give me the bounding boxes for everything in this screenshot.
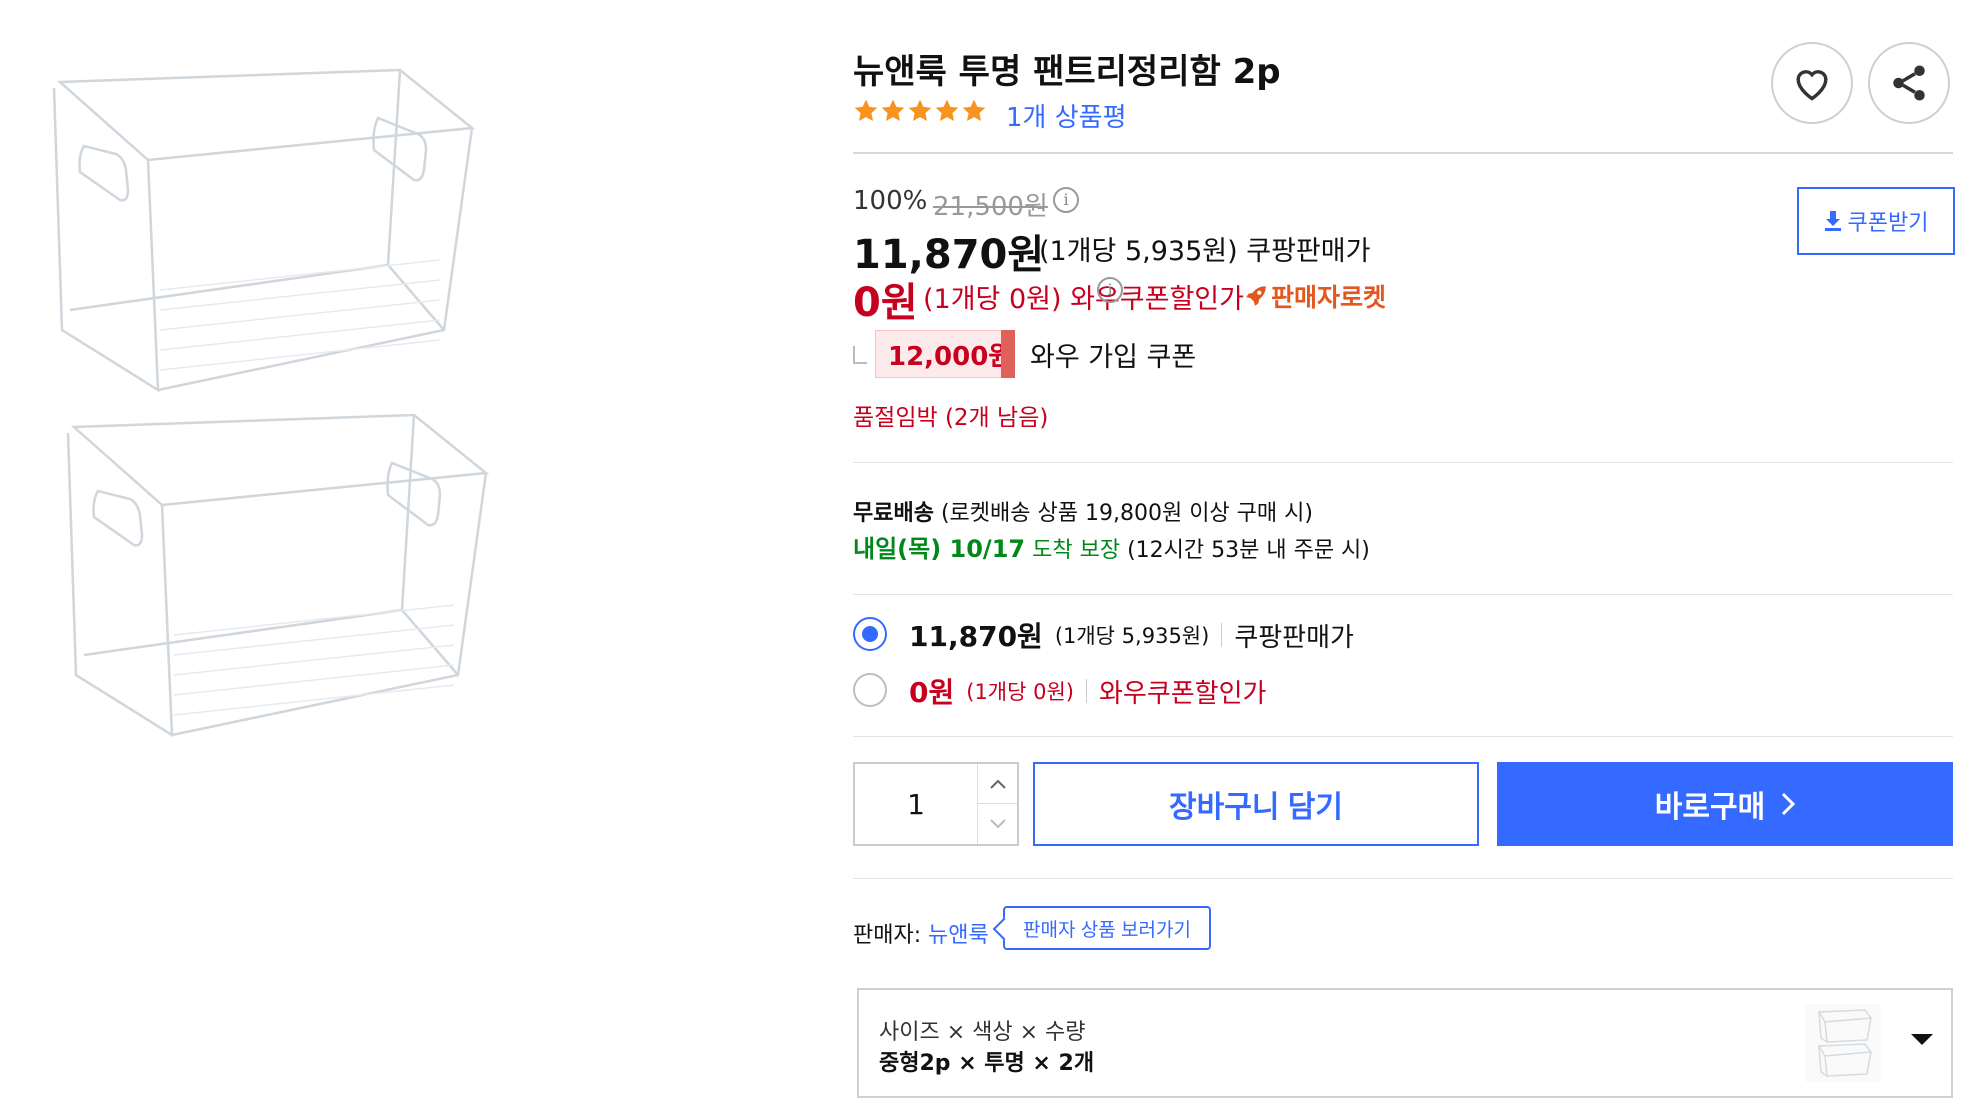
divider: [853, 878, 1953, 879]
wow-coupon-tag: 12,000원: [875, 330, 1015, 378]
price-option-row[interactable]: 11,870원 (1개당 5,935원) 쿠팡판매가: [909, 615, 1354, 655]
chevron-up-icon: [989, 779, 1006, 789]
quantity-decrease-button[interactable]: [977, 804, 1017, 844]
option-dropdown-value: 중형2p × 투명 × 2개: [879, 1051, 1095, 1076]
chevron-down-icon: [989, 819, 1006, 829]
free-shipping-info: 무료배송 (로켓배송 상품 19,800원 이상 구매 시): [853, 495, 1313, 527]
download-icon: [1824, 211, 1841, 231]
product-image-bin-bottom: [66, 413, 490, 738]
product-image-bin-top: [52, 68, 476, 393]
share-button[interactable]: [1868, 42, 1950, 124]
free-shipping-label: 무료배송: [853, 501, 934, 526]
order-deadline: (12시간 53분 내 주문 시): [1127, 538, 1370, 563]
seller-label: 판매자:: [853, 923, 922, 948]
price-option-unit: (1개당 5,935원): [1054, 624, 1210, 648]
price-option-radio[interactable]: [853, 617, 887, 651]
seller-name-link[interactable]: 뉴앤룩: [928, 917, 989, 949]
option-thumbnail: [1805, 1004, 1881, 1082]
discount-rate: 100%: [853, 186, 928, 216]
coupon-download-label: 쿠폰받기: [1847, 210, 1929, 235]
add-to-cart-button[interactable]: 장바구니 담기: [1033, 762, 1479, 846]
product-detail: 뉴앤룩 투명 팬트리정리함 2p 1개 상품평 100% 21,500원 i 쿠…: [853, 0, 1966, 1112]
divider: [853, 736, 1953, 737]
divider: [1221, 623, 1223, 647]
sub-item-marker: [853, 346, 867, 364]
rocket-badge: 판매자로켓: [1243, 278, 1386, 314]
info-icon[interactable]: i: [1053, 187, 1079, 213]
arrival-date: 내일(목) 10/17: [853, 535, 1026, 563]
price-option-label: 쿠팡판매가: [1234, 622, 1354, 653]
price-option-radio[interactable]: [853, 673, 887, 707]
price-option-unit: (1개당 0원): [966, 680, 1074, 704]
divider: [853, 152, 1953, 154]
wow-price: 0원: [853, 280, 918, 326]
product-image[interactable]: [0, 0, 800, 1112]
wow-coupon-amount: 12,000원: [888, 341, 1013, 372]
star-icon: [935, 99, 959, 121]
option-dropdown-header: 사이즈 × 색상 × 수량: [879, 1020, 1086, 1045]
price-option-label: 와우쿠폰할인가: [1099, 678, 1267, 709]
quantity-increase-button[interactable]: [977, 764, 1017, 804]
star-icon: [854, 99, 878, 121]
sale-unit-price: (1개당 5,935원) 쿠팡판매가: [1039, 236, 1371, 267]
price-option-price: 0원: [909, 676, 955, 709]
stock-notice: 품절임박 (2개 남음): [853, 405, 1049, 431]
star-icon: [908, 99, 932, 121]
star-icon: [962, 99, 986, 121]
share-icon: [1893, 65, 1925, 101]
wishlist-button[interactable]: [1771, 42, 1853, 124]
heart-icon: [1796, 70, 1828, 101]
price-option-price: 11,870원: [909, 620, 1043, 653]
divider: [853, 594, 1953, 595]
review-count-link[interactable]: 1개 상품평: [1006, 97, 1127, 134]
divider: [853, 462, 1953, 463]
option-dropdown[interactable]: 사이즈 × 색상 × 수량 중형2p × 투명 × 2개: [857, 988, 1953, 1098]
divider: [1086, 679, 1087, 703]
rocket-icon: [1246, 286, 1266, 306]
buy-now-label: 바로구매: [1654, 791, 1766, 824]
quantity-input[interactable]: 1: [855, 764, 977, 844]
dropdown-caret-icon: [1911, 1034, 1933, 1045]
quantity-stepper: 1: [853, 762, 1019, 846]
star-icon: [881, 99, 905, 121]
coupon-download-button[interactable]: 쿠폰받기: [1797, 187, 1955, 255]
rating-stars[interactable]: [853, 98, 987, 124]
seller-store-button[interactable]: 판매자 상품 보러가기: [1003, 906, 1211, 950]
original-price: 21,500원: [933, 192, 1048, 222]
rocket-badge-label: 판매자로켓: [1271, 283, 1387, 312]
buy-now-button[interactable]: 바로구매: [1497, 762, 1953, 846]
seller-store-label: 판매자 상품 보러가기: [1023, 919, 1191, 941]
wow-unit-price: (1개당 0원) 와우쿠폰할인가: [923, 284, 1244, 315]
arrival-guarantee: 도착 보장: [1032, 538, 1121, 563]
free-shipping-condition: (로켓배송 상품 19,800원 이상 구매 시): [940, 501, 1313, 526]
chevron-right-icon: [1782, 792, 1796, 816]
add-to-cart-label: 장바구니 담기: [1169, 791, 1343, 824]
product-title: 뉴앤룩 투명 팬트리정리함 2p: [853, 52, 1281, 92]
info-icon[interactable]: i: [1097, 277, 1123, 303]
price-option-row[interactable]: 0원 (1개당 0원) 와우쿠폰할인가: [909, 671, 1266, 711]
wow-coupon-label: 와우 가입 쿠폰: [1030, 342, 1197, 373]
arrival-info: 내일(목) 10/17 도착 보장 (12시간 53분 내 주문 시): [853, 529, 1370, 564]
